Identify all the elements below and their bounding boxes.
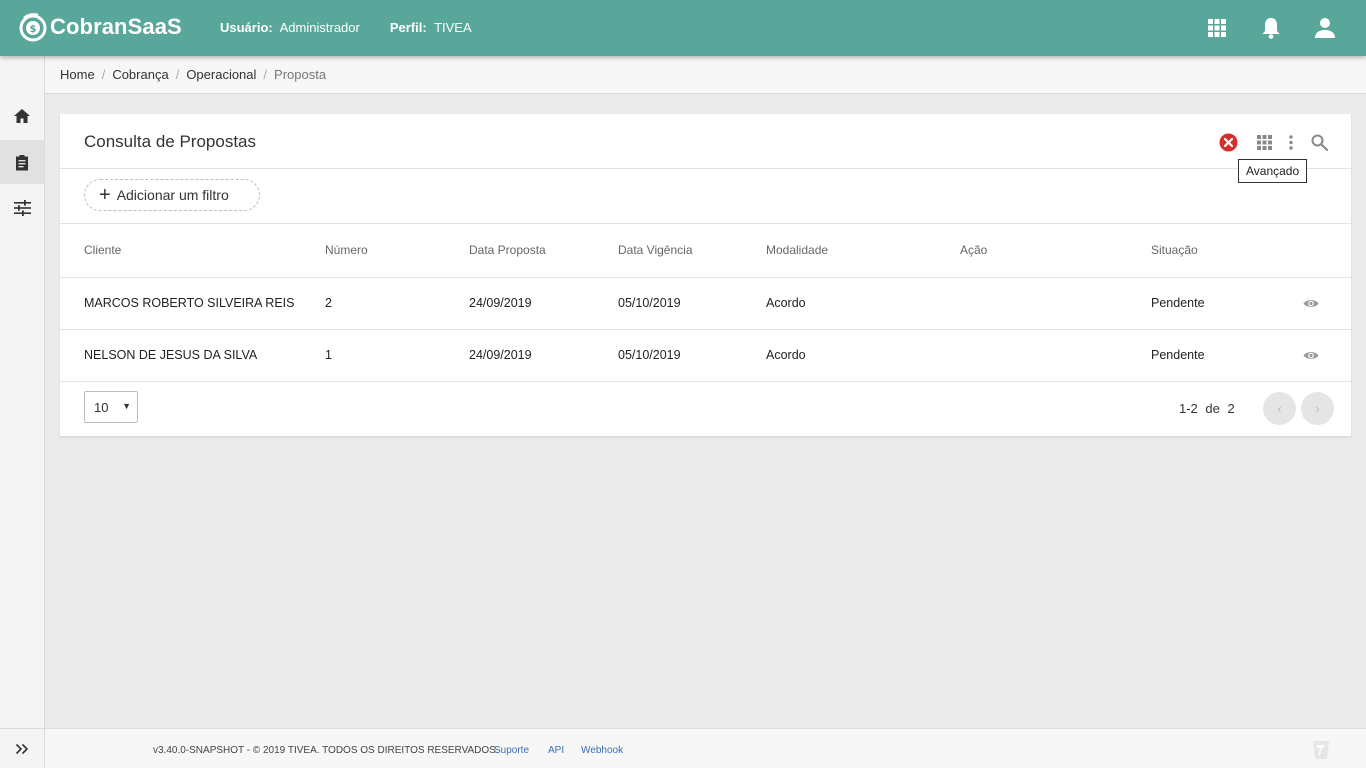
filter-row: + Adicionar um filtro <box>60 169 1351 224</box>
pagination-bar: 10 ▼ 1-2 de 2 ‹ › <box>60 381 1351 436</box>
tooltip-avancado: Avançado <box>1238 159 1308 183</box>
table-row[interactable]: MARCOS ROBERTO SILVEIRA REIS 2 24/09/201… <box>60 277 1351 330</box>
cell-data-vigencia: 05/10/2019 <box>594 329 742 382</box>
sidebar-item-home[interactable] <box>0 94 44 138</box>
next-page-button[interactable]: › <box>1301 392 1334 425</box>
copyright-text: v3.40.0-SNAPSHOT - © 2019 TIVEA. TODOS O… <box>153 745 499 756</box>
profile-info: Perfil: TIVEA <box>390 20 472 35</box>
brand-logo[interactable]: $ CobranSaaS <box>18 11 182 43</box>
home-icon <box>14 108 30 123</box>
user-label: Usuário: <box>220 20 273 35</box>
cell-data-proposta: 24/09/2019 <box>445 329 594 382</box>
account-icon[interactable] <box>1313 16 1337 40</box>
cell-cliente: NELSON DE JESUS DA SILVA <box>60 329 301 382</box>
footer-link-suporte[interactable]: Suporte <box>494 745 529 756</box>
app-footer: v3.40.0-SNAPSHOT - © 2019 TIVEA. TODOS O… <box>45 728 1366 768</box>
cell-actions <box>1291 277 1351 330</box>
cell-situacao: Pendente <box>1127 277 1291 330</box>
search-icon[interactable] <box>1308 131 1330 153</box>
column-header-numero[interactable]: Número <box>301 224 445 278</box>
session-info: Usuário: Administrador Perfil: TIVEA <box>220 20 502 35</box>
plus-icon: + <box>99 184 111 206</box>
chevron-left-icon: ‹ <box>1277 401 1282 416</box>
breadcrumb-separator: / <box>175 67 180 82</box>
caret-down-icon: ▼ <box>122 401 131 411</box>
cell-modalidade: Acordo <box>742 277 936 330</box>
cobransaas-logo-icon: $ <box>19 13 47 42</box>
page-size-select[interactable]: 10 ▼ <box>84 391 138 423</box>
cell-data-vigencia: 05/10/2019 <box>594 277 742 330</box>
footer-link-webhook[interactable]: Webhook <box>581 745 623 756</box>
bell-icon[interactable] <box>1259 16 1283 40</box>
double-chevron-right-icon <box>15 743 29 754</box>
clear-filter-icon[interactable] <box>1217 131 1239 153</box>
proposals-table: Cliente Número Data Proposta Data Vigênc… <box>60 224 1351 382</box>
column-header-data-proposta[interactable]: Data Proposta <box>445 224 594 278</box>
cell-acao <box>936 277 1127 330</box>
cell-data-proposta: 24/09/2019 <box>445 277 594 330</box>
breadcrumb-proposta: Proposta <box>274 67 327 82</box>
profile-label: Perfil: <box>389 20 427 35</box>
breadcrumb-operacional[interactable]: Operacional <box>186 67 256 82</box>
apps-grid-icon[interactable] <box>1205 16 1229 40</box>
column-header-cliente[interactable]: Cliente <box>60 224 301 278</box>
breadcrumb-separator: / <box>263 67 268 82</box>
breadcrumb: Home / Cobrança / Operacional / Proposta <box>45 56 1366 94</box>
pagination-total: 2 <box>1227 401 1235 416</box>
top-app-bar: $ CobranSaaS Usuário: Administrador Perf… <box>0 0 1366 56</box>
breadcrumb-home[interactable]: Home <box>60 67 95 82</box>
sliders-icon <box>13 200 31 216</box>
sidebar-expand-button[interactable] <box>0 728 44 768</box>
sidebar-item-cobranca[interactable] <box>0 140 44 184</box>
breadcrumb-separator: / <box>101 67 106 82</box>
cell-numero: 1 <box>301 329 445 382</box>
cell-acao <box>936 329 1127 382</box>
chevron-right-icon: › <box>1315 401 1320 416</box>
cell-modalidade: Acordo <box>742 329 936 382</box>
svg-text:$: $ <box>30 24 37 35</box>
column-header-modalidade[interactable]: Modalidade <box>742 224 936 278</box>
previous-page-button[interactable]: ‹ <box>1263 392 1296 425</box>
pagination-range: 1-2 <box>1179 401 1198 416</box>
cell-situacao: Pendente <box>1127 329 1291 382</box>
cell-cliente: MARCOS ROBERTO SILVEIRA REIS <box>60 277 301 330</box>
card-header: Consulta de Propostas <box>60 114 1351 169</box>
footer-link-api[interactable]: API <box>548 745 564 756</box>
sidebar <box>0 56 45 768</box>
cell-actions <box>1291 329 1351 382</box>
column-header-acao[interactable]: Ação <box>936 224 1127 278</box>
table-row[interactable]: NELSON DE JESUS DA SILVA 1 24/09/2019 05… <box>60 329 1351 382</box>
page-title: Consulta de Propostas <box>84 132 256 151</box>
tivea-logo-icon <box>1313 741 1329 759</box>
sidebar-item-configuracoes[interactable] <box>0 186 44 230</box>
page-size-value: 10 <box>94 399 109 415</box>
brand-name: CobranSaaS <box>50 14 182 39</box>
column-header-actions <box>1291 224 1351 278</box>
pagination-of: de <box>1205 401 1220 416</box>
pagination-info: 1-2 de 2 <box>1179 401 1239 416</box>
cell-numero: 2 <box>301 277 445 330</box>
more-vertical-icon[interactable] <box>1280 131 1302 153</box>
view-eye-icon[interactable] <box>1301 345 1321 365</box>
user-value: Administrador <box>279 20 360 35</box>
profile-value: TIVEA <box>434 20 472 35</box>
proposals-card: Consulta de Propostas Avançado + Adicion… <box>60 114 1351 436</box>
breadcrumb-cobranca[interactable]: Cobrança <box>112 67 168 82</box>
add-filter-label: Adicionar um filtro <box>116 187 229 203</box>
columns-grid-icon[interactable] <box>1253 131 1275 153</box>
user-info: Usuário: Administrador <box>220 20 360 35</box>
column-header-data-vigencia[interactable]: Data Vigência <box>594 224 742 278</box>
clipboard-icon <box>16 154 28 170</box>
add-filter-button[interactable]: + Adicionar um filtro <box>84 179 260 211</box>
table-header-row: Cliente Número Data Proposta Data Vigênc… <box>60 224 1351 278</box>
view-eye-icon[interactable] <box>1301 293 1321 313</box>
column-header-situacao[interactable]: Situação <box>1127 224 1291 278</box>
